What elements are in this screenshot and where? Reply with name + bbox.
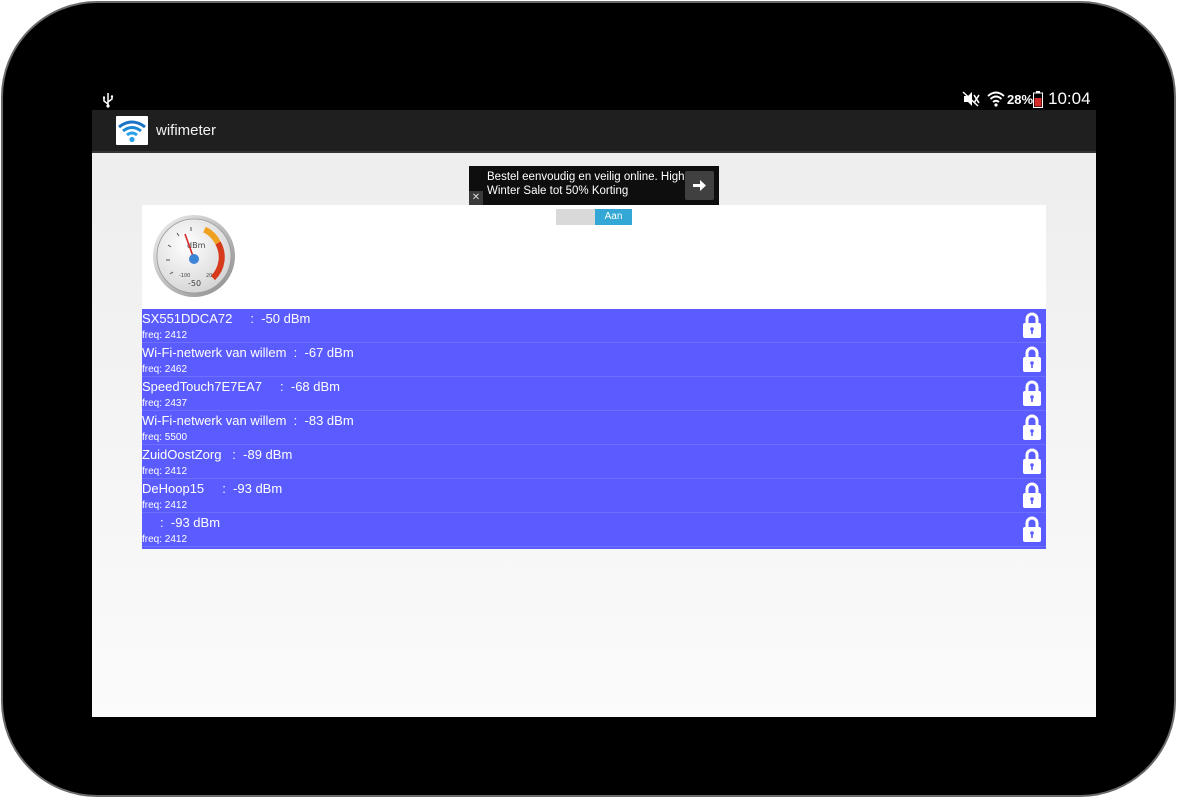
lock-icon [1023,346,1041,372]
network-name-signal: SX551DDCA72 : -50 dBm [142,311,311,326]
signal-gauge: dBm -100 20 -50 [153,215,235,297]
network-frequency: freq: 2412 [142,466,188,477]
scan-toggle[interactable]: Aan [556,209,632,225]
network-frequency: freq: 5500 [142,432,188,443]
meter-panel: Aan dBm -100 20 -50 [142,205,1046,309]
network-frequency: freq: 2437 [142,398,188,409]
usb-icon [103,93,114,108]
gauge-reading: -50 [188,279,201,288]
network-frequency: freq: 2412 [142,534,188,545]
gauge-max-label: 20 [206,273,212,279]
ad-arrow-button[interactable] [685,171,714,200]
network-name-signal: ZuidOostZorg : -89 dBm [142,447,293,462]
toggle-on-label[interactable]: Aan [595,209,632,225]
network-row[interactable]: : -93 dBm freq: 2412 [142,513,1046,547]
action-bar: wifimeter [92,110,1096,153]
lock-icon [1023,448,1041,474]
lock-icon [1023,516,1041,542]
network-row[interactable]: ZuidOostZorg : -89 dBm freq: 2412 [142,445,1046,479]
lock-icon [1023,414,1041,440]
lock-icon [1023,312,1041,338]
mute-icon [962,91,980,107]
lock-icon [1023,380,1041,406]
network-row[interactable]: Wi-Fi-netwerk van willem : -67 dBm freq:… [142,343,1046,377]
network-name-signal: SpeedTouch7E7EA7 : -68 dBm [142,379,341,394]
battery-icon [1033,91,1043,108]
network-row[interactable]: SX551DDCA72 : -50 dBm freq: 2412 [142,309,1046,343]
network-name-signal: : -93 dBm [142,515,221,530]
network-row[interactable]: SpeedTouch7E7EA7 : -68 dBm freq: 2437 [142,377,1046,411]
clock: 10:04 [1048,89,1091,108]
tablet-frame: 28% 10:04 wifimeter Bestel eenvoudig en … [1,1,1176,797]
network-frequency: freq: 2412 [142,330,188,341]
app-title: wifimeter [156,122,217,139]
network-frequency: freq: 2412 [142,500,188,511]
network-list: SX551DDCA72 : -50 dBm freq: 2412 Wi-Fi-n… [142,309,1046,549]
wifi-icon [987,91,1005,107]
ad-banner[interactable]: Bestel eenvoudig en veilig online. High … [469,166,719,205]
wifi-app-icon[interactable] [116,116,148,145]
screen: 28% 10:04 wifimeter Bestel eenvoudig en … [92,89,1096,717]
battery-percent: 28% [1007,92,1034,107]
ad-text[interactable]: Bestel eenvoudig en veilig online. High … [487,170,687,198]
network-row[interactable]: Wi-Fi-netwerk van willem : -83 dBm freq:… [142,411,1046,445]
network-name-signal: DeHoop15 : -93 dBm [142,481,283,496]
arrow-right-icon [693,180,706,191]
ad-close-button[interactable]: ✕ [469,191,483,205]
network-name-signal: Wi-Fi-netwerk van willem : -67 dBm [142,345,354,360]
network-name-signal: Wi-Fi-netwerk van willem : -83 dBm [142,413,354,428]
lock-icon [1023,482,1041,508]
status-bar: 28% 10:04 [92,89,1096,110]
network-row[interactable]: DeHoop15 : -93 dBm freq: 2412 [142,479,1046,513]
network-frequency: freq: 2462 [142,364,188,375]
